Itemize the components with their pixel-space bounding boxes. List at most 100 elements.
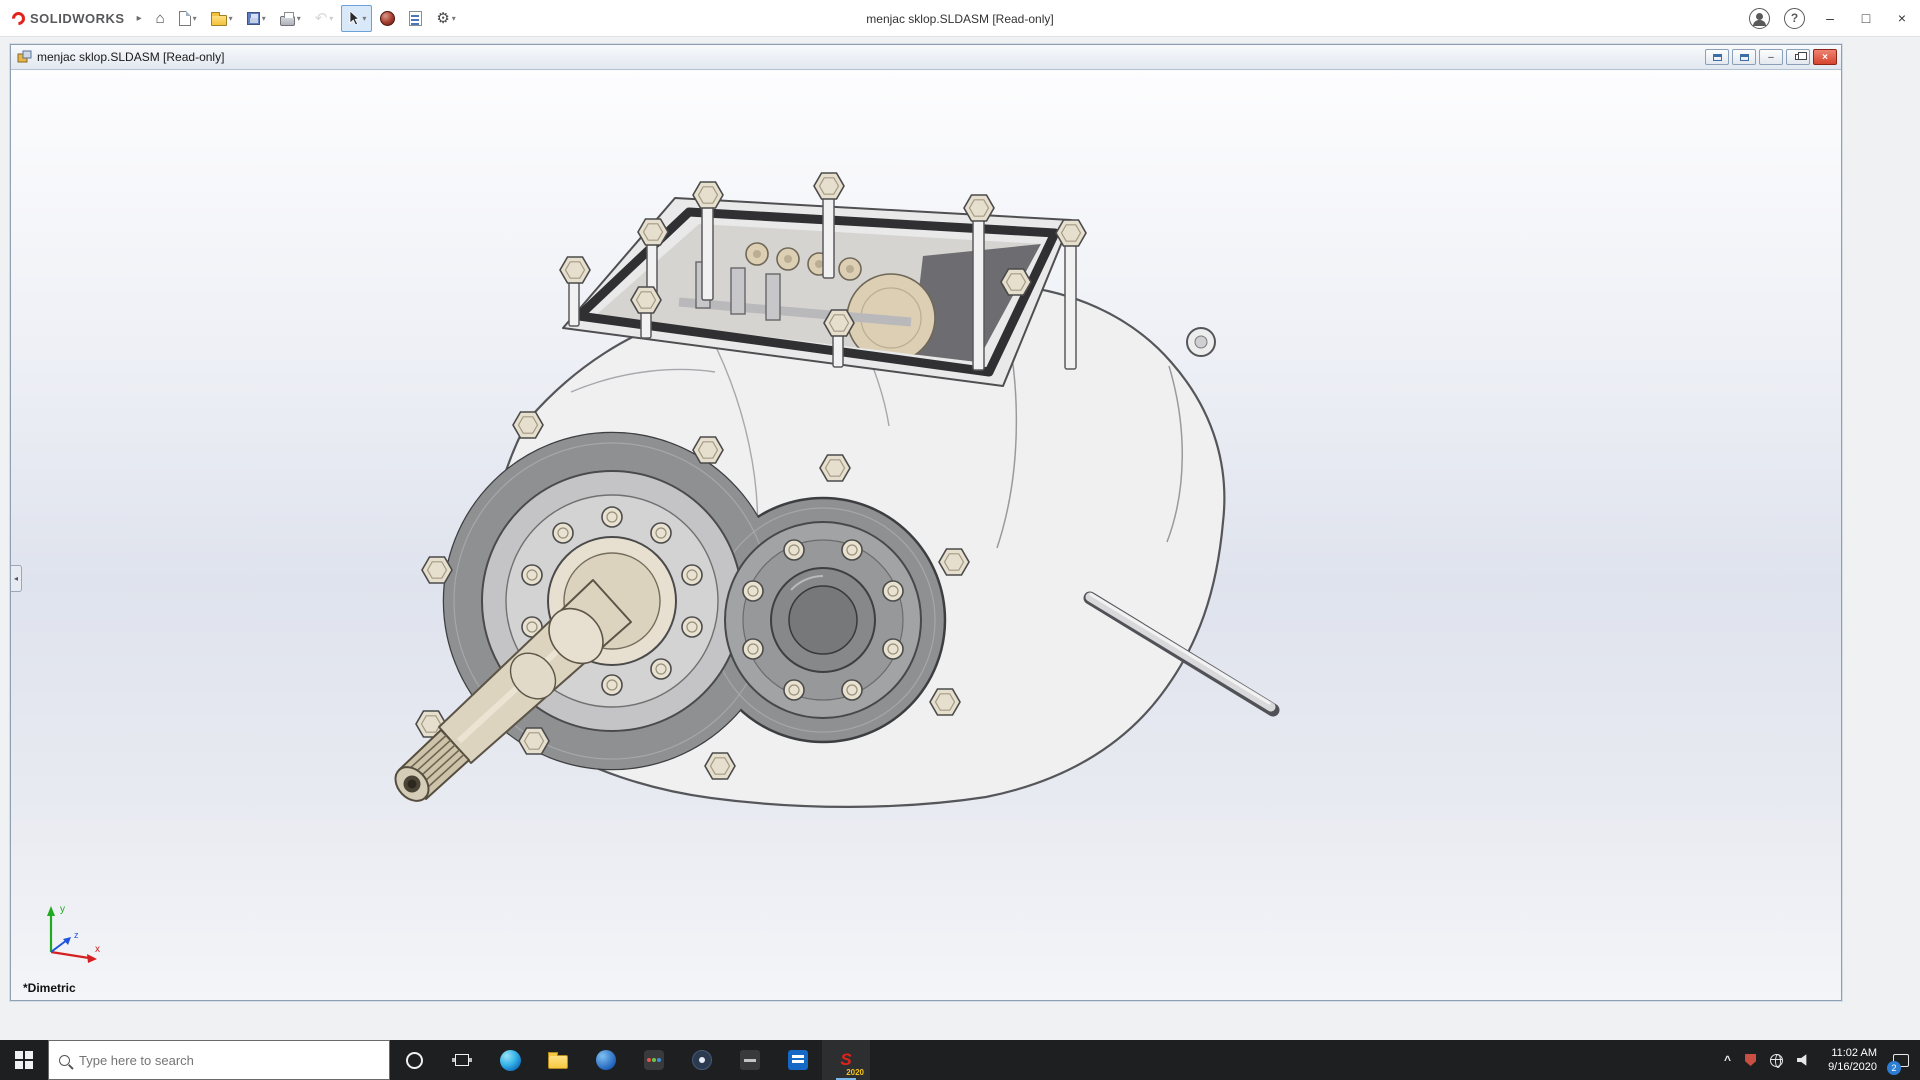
- doc-window-option-button-2[interactable]: [1732, 49, 1756, 65]
- doc-restore-button[interactable]: [1786, 49, 1810, 65]
- document-titlebar[interactable]: menjac sklop.SLDASM [Read-only] – ×: [11, 45, 1841, 70]
- gear-icon: ⚙: [436, 9, 450, 27]
- app-titlebar: SOLIDWORKS ▸ ⌂ ▾ ▾ ▾ ▾ ↶ ▾ ▾ ⚙ ▾ menjac sk…: [0, 0, 1920, 37]
- speaker-icon: [1797, 1054, 1807, 1066]
- taskbar-clock[interactable]: 11:02 AM 9/16/2020: [1819, 1046, 1886, 1074]
- help-icon: ?: [1790, 11, 1799, 25]
- chevron-down-icon: ▾: [296, 13, 301, 23]
- windows-taskbar: S 2020 ^ 11:02 AM 9/16/2020 2: [0, 1040, 1920, 1080]
- tray-volume-button[interactable]: [1790, 1040, 1819, 1080]
- new-document-icon: [178, 10, 191, 26]
- solidworks-logo-icon: [9, 8, 28, 28]
- network-globe-icon: [1770, 1053, 1784, 1068]
- print-icon: [279, 11, 295, 26]
- tray-network-button[interactable]: [1763, 1040, 1790, 1080]
- blue-tile-app-icon: [788, 1050, 808, 1070]
- undo-icon: ↶: [314, 9, 328, 27]
- dark-square-app-icon: [740, 1050, 760, 1070]
- taskbar-app-dark-square[interactable]: [726, 1040, 774, 1080]
- action-center-button[interactable]: 2: [1886, 1040, 1916, 1080]
- red-sphere-icon: [380, 10, 396, 26]
- workspace: menjac sklop.SLDASM [Read-only] – × y x …: [0, 38, 1920, 1040]
- task-view-button[interactable]: [438, 1040, 486, 1080]
- help-button[interactable]: ?: [1784, 7, 1805, 29]
- feature-tree-collapse-tab[interactable]: ◂: [11, 565, 22, 592]
- save-icon: [246, 11, 260, 25]
- notification-badge: 2: [1887, 1061, 1901, 1075]
- close-button[interactable]: ×: [1884, 0, 1920, 36]
- titlebar-right-controls: ? – □ ×: [1742, 0, 1920, 36]
- maximize-button[interactable]: □: [1848, 0, 1884, 36]
- user-icon: [1753, 12, 1766, 26]
- search-icon: [59, 1054, 70, 1066]
- new-document-button[interactable]: ▾: [173, 5, 203, 32]
- select-cursor-icon: [349, 10, 361, 26]
- dark-circle-app-icon: [692, 1050, 712, 1070]
- open-button[interactable]: ▾: [205, 5, 239, 32]
- home-icon: ⌂: [155, 9, 165, 27]
- chevron-down-icon: ▾: [228, 13, 233, 23]
- doc-minimize-button[interactable]: –: [1759, 49, 1783, 65]
- task-list-button[interactable]: [403, 5, 428, 32]
- taskbar-app-colored[interactable]: [630, 1040, 678, 1080]
- search-input[interactable]: [79, 1052, 349, 1068]
- tray-caret-icon: ^: [1724, 1053, 1732, 1067]
- windows-logo-icon: [15, 1051, 33, 1069]
- view-orientation-label: *Dimetric: [23, 981, 76, 995]
- window-icon: [1739, 53, 1749, 61]
- gearbox-assembly-model[interactable]: [11, 70, 1841, 1000]
- doc-close-button[interactable]: ×: [1813, 49, 1837, 65]
- undo-button[interactable]: ↶ ▾: [309, 5, 340, 32]
- taskbar-app-blue-tile[interactable]: [774, 1040, 822, 1080]
- task-view-icon: [455, 1054, 469, 1066]
- save-button[interactable]: ▾: [241, 5, 272, 32]
- shield-icon: [1745, 1054, 1757, 1066]
- x-axis-arrow: [87, 954, 97, 963]
- options-button[interactable]: ⚙ ▾: [430, 5, 461, 32]
- toolbar-flyout-icon[interactable]: ▸: [135, 13, 150, 24]
- solidworks-logo: SOLIDWORKS: [0, 8, 135, 28]
- user-account-button[interactable]: [1749, 7, 1770, 29]
- document-window-controls: – ×: [1702, 49, 1837, 65]
- open-folder-icon: [210, 11, 227, 26]
- taskbar-app-round-blue[interactable]: [582, 1040, 630, 1080]
- z-axis-label: z: [74, 930, 79, 940]
- list-icon: [409, 10, 423, 26]
- quick-access-toolbar: ⌂ ▾ ▾ ▾ ▾ ↶ ▾ ▾ ⚙ ▾: [150, 4, 462, 32]
- print-button[interactable]: ▾: [274, 5, 307, 32]
- system-tray: ^ 11:02 AM 9/16/2020 2: [1717, 1040, 1920, 1080]
- tray-antivirus-button[interactable]: [1738, 1040, 1763, 1080]
- cortana-button[interactable]: [390, 1040, 438, 1080]
- chevron-down-icon: ▾: [329, 13, 334, 23]
- home-button[interactable]: ⌂: [150, 5, 171, 32]
- select-tool-button[interactable]: ▾: [341, 4, 373, 32]
- graphics-viewport[interactable]: y x z *Dimetric ◂: [11, 70, 1841, 1000]
- taskbar-search[interactable]: [48, 1040, 390, 1080]
- minimize-button[interactable]: –: [1812, 0, 1848, 36]
- taskbar-icon-solidworks[interactable]: S 2020: [822, 1040, 870, 1080]
- chevron-down-icon: ▾: [261, 13, 266, 23]
- taskbar-app-dark-circle[interactable]: [678, 1040, 726, 1080]
- solidworks-taskbar-icon: S: [840, 1050, 852, 1069]
- window-icon: [1712, 53, 1722, 61]
- secondary-flange[interactable]: [724, 521, 922, 719]
- show-hidden-icons-button[interactable]: ^: [1717, 1040, 1738, 1080]
- chevron-down-icon: ▾: [362, 13, 367, 23]
- taskbar-icon-file-explorer[interactable]: [534, 1040, 582, 1080]
- assembly-document-icon: [17, 50, 32, 63]
- restore-icon: [1794, 52, 1807, 60]
- solidworks-year-label: 2020: [846, 1068, 864, 1077]
- clock-time: 11:02 AM: [1831, 1047, 1877, 1059]
- start-button[interactable]: [0, 1040, 48, 1080]
- document-title: menjac sklop.SLDASM [Read-only]: [37, 50, 225, 64]
- y-axis-label: y: [60, 904, 65, 915]
- x-axis-label: x: [95, 944, 100, 955]
- file-explorer-icon: [548, 1051, 568, 1069]
- edge-icon: [499, 1049, 521, 1071]
- colored-app-icon: [644, 1050, 664, 1070]
- taskbar-icon-edge[interactable]: [486, 1040, 534, 1080]
- appearance-sphere-button[interactable]: [374, 5, 401, 32]
- doc-window-option-button-1[interactable]: [1705, 49, 1729, 65]
- round-blue-app-icon: [596, 1050, 616, 1070]
- clock-date: 9/16/2020: [1828, 1061, 1877, 1073]
